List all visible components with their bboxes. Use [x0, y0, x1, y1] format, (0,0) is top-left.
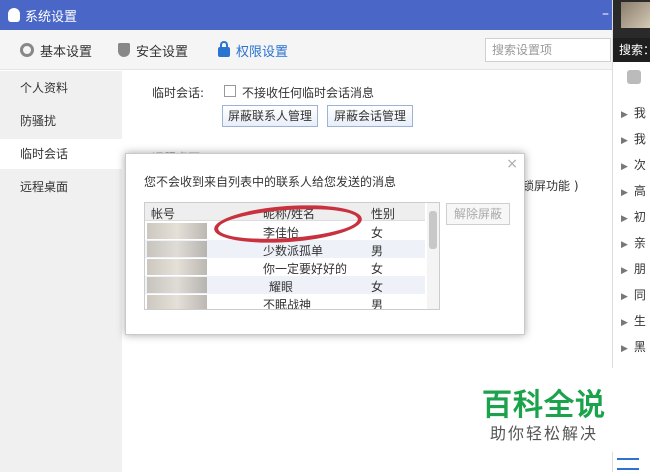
- app-logo-icon: [8, 8, 20, 22]
- arrow-right-icon: ▶: [621, 344, 628, 354]
- gender-cell: 女: [371, 280, 384, 294]
- group-item[interactable]: ▶ 次: [621, 156, 650, 173]
- arrow-right-icon: ▶: [621, 136, 628, 146]
- group-label: 黑: [633, 340, 646, 354]
- reject-temp-session-label: 不接收任何临时会话消息: [242, 86, 375, 100]
- group-item[interactable]: ▶ 我: [621, 130, 650, 147]
- search-placeholder: 搜索设置项: [492, 43, 553, 57]
- gender-cell: 男: [371, 298, 384, 310]
- avatar: [147, 259, 207, 275]
- shield-icon: [118, 43, 130, 57]
- group-item[interactable]: ▶ 我: [621, 104, 650, 121]
- group-label: 初: [633, 210, 646, 224]
- group-label: 同: [633, 288, 646, 302]
- nickname-cell: 你一定要好好的: [263, 262, 348, 276]
- menu-icon[interactable]: [617, 458, 639, 470]
- nickname-cell: 耀眼: [269, 280, 294, 294]
- group-item[interactable]: ▶ 高: [621, 182, 650, 199]
- group-label: 高: [633, 184, 646, 198]
- block-contacts-button[interactable]: 屏蔽联系人管理: [222, 105, 318, 127]
- arrow-right-icon: ▶: [621, 188, 628, 198]
- gear-icon: [20, 43, 34, 57]
- blocked-contacts-dialog: × 您不会收到来自列表中的联系人给您发送的消息 帐号 昵称/姓名 性别 李佳怡 …: [125, 153, 525, 335]
- group-label: 我: [633, 132, 646, 146]
- sidebar-item-anti-harassment[interactable]: 防骚扰: [0, 106, 122, 136]
- arrow-right-icon: ▶: [621, 110, 628, 120]
- sidebar-item-profile[interactable]: 个人资料: [0, 73, 122, 103]
- tab-label: 基本设置: [40, 44, 93, 60]
- group-item[interactable]: ▶ 生: [621, 312, 650, 329]
- list-item[interactable]: 不眠战神 男: [145, 294, 425, 310]
- group-item[interactable]: ▶ 亲: [621, 234, 650, 251]
- search-input[interactable]: 搜索设置项: [485, 38, 611, 62]
- arrow-right-icon: ▶: [621, 162, 628, 172]
- arrow-right-icon: ▶: [621, 240, 628, 250]
- list-item[interactable]: 你一定要好好的 女: [145, 258, 425, 276]
- tab-security-settings[interactable]: 安全设置: [118, 41, 189, 60]
- panel-header: [613, 0, 650, 38]
- avatar: [147, 277, 207, 293]
- dialog-title: 您不会收到来自列表中的联系人给您发送的消息: [144, 175, 397, 189]
- list-item[interactable]: 少数派孤单 男: [145, 240, 425, 258]
- gender-cell: 男: [371, 244, 384, 258]
- arrow-right-icon: ▶: [621, 214, 628, 224]
- list-scrollbar[interactable]: [427, 203, 439, 309]
- group-label: 我: [633, 106, 646, 120]
- group-item[interactable]: ▶ 初: [621, 208, 650, 225]
- group-label: 朋: [633, 262, 646, 276]
- title-bar: 系统设置 –: [0, 0, 612, 30]
- group-item[interactable]: ▶ 黑: [621, 338, 650, 355]
- tab-label: 安全设置: [136, 44, 189, 60]
- group-label: 亲: [633, 236, 646, 250]
- unblock-button[interactable]: 解除屏蔽: [446, 203, 510, 225]
- temp-session-label: 临时会话:: [152, 86, 205, 100]
- nickname-cell: 不眠战神: [263, 298, 312, 310]
- tab-permission-settings[interactable]: 权限设置: [218, 41, 289, 60]
- column-account: 帐号: [151, 207, 176, 221]
- column-gender: 性别: [371, 207, 396, 221]
- lock-icon: [218, 41, 230, 57]
- nickname-cell: 少数派孤单: [263, 244, 324, 258]
- avatar: [147, 241, 207, 257]
- close-icon[interactable]: ×: [506, 156, 518, 172]
- window-title: 系统设置: [25, 9, 78, 25]
- minimize-button[interactable]: –: [602, 6, 612, 22]
- tab-basic-settings[interactable]: 基本设置: [20, 41, 93, 60]
- profile-thumbnail: [621, 2, 650, 28]
- gender-cell: 女: [371, 226, 384, 240]
- arrow-right-icon: ▶: [621, 292, 628, 302]
- gender-cell: 女: [371, 262, 384, 276]
- scrollbar-thumb[interactable]: [429, 211, 437, 249]
- sidebar-item-remote-desktop[interactable]: 远程桌面: [0, 172, 122, 202]
- group-label: 生: [633, 314, 646, 328]
- avatar: [147, 223, 207, 239]
- watermark-subtitle: 助你轻松解决: [490, 424, 599, 443]
- arrow-right-icon: ▶: [621, 318, 628, 328]
- list-item[interactable]: 耀眼 女: [145, 276, 425, 294]
- message-icon: [627, 70, 641, 84]
- sidebar-item-temp-session[interactable]: 临时会话: [0, 139, 122, 169]
- group-label: 次: [633, 158, 646, 172]
- watermark-logo: 百科全说: [482, 388, 606, 423]
- sidebar: 个人资料 防骚扰 临时会话 远程桌面: [0, 71, 122, 472]
- watermark: 百科全说 助你轻松解决: [462, 368, 626, 452]
- group-item[interactable]: ▶ 朋: [621, 260, 650, 277]
- block-sessions-button[interactable]: 屏蔽会话管理: [327, 105, 413, 127]
- tab-bar: 基本设置 安全设置 权限设置 搜索设置项: [0, 30, 612, 70]
- avatar: [147, 295, 207, 309]
- group-item[interactable]: ▶ 同: [621, 286, 650, 303]
- reject-temp-session-checkbox[interactable]: [224, 85, 236, 97]
- panel-search[interactable]: 搜索：: [613, 38, 650, 62]
- tab-label: 权限设置: [236, 44, 289, 60]
- arrow-right-icon: ▶: [621, 266, 628, 276]
